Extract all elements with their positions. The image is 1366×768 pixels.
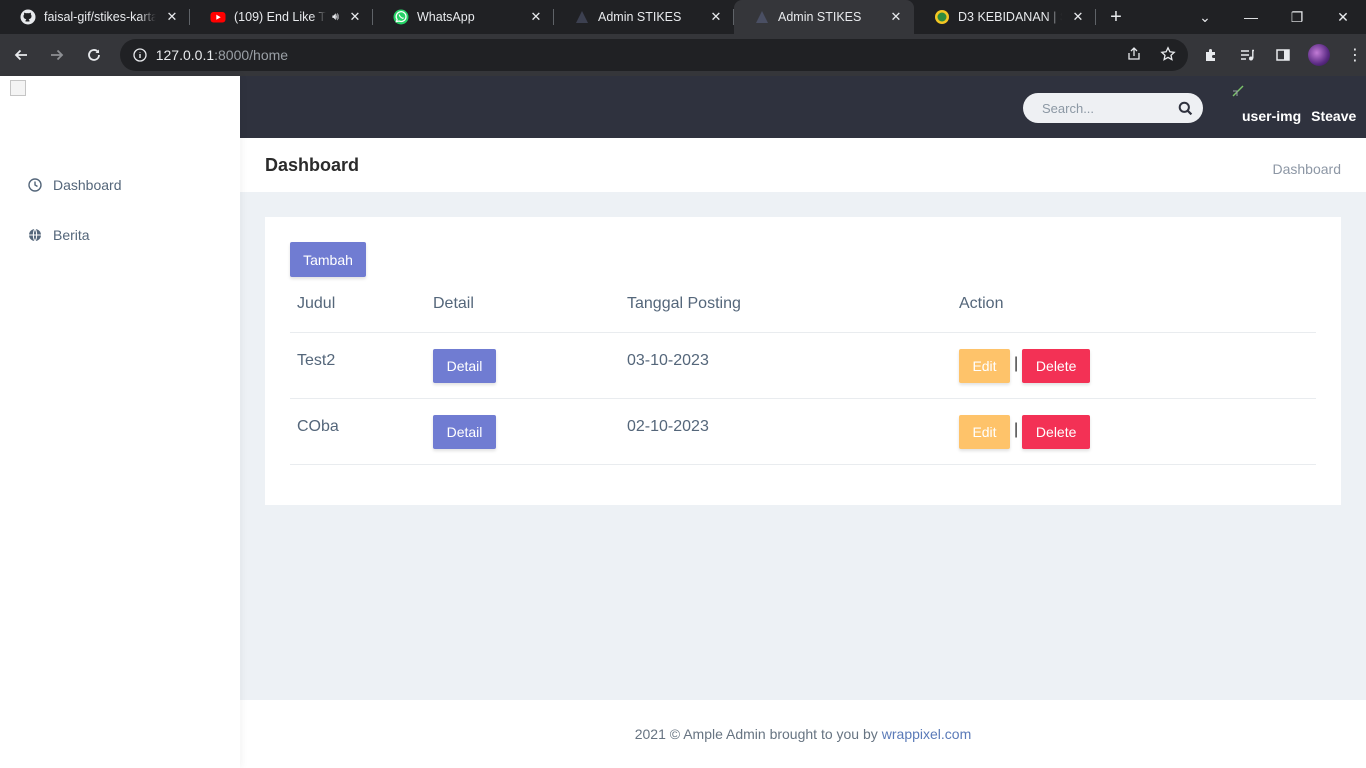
- sidebar-item-label: Berita: [53, 227, 90, 243]
- broken-image-icon: [1232, 84, 1244, 97]
- cell-detail: Detail: [426, 331, 620, 398]
- cell-tanggal: 03-10-2023: [620, 331, 952, 398]
- detail-button[interactable]: Detail: [433, 348, 496, 383]
- restore-icon[interactable]: ❐: [1274, 0, 1320, 34]
- sidebar-item-label: Dashboard: [53, 177, 122, 193]
- tab-title: Admin STIKES: [598, 10, 682, 24]
- footer-text: 2021 © Ample Admin brought to you by: [634, 726, 878, 742]
- breadcrumb[interactable]: Dashboard: [1273, 161, 1342, 177]
- cell-tanggal: 02-10-2023: [620, 397, 952, 465]
- search-box: [1023, 93, 1203, 123]
- url-path: :8000/home: [214, 47, 289, 63]
- github-icon: [20, 9, 36, 25]
- logo-image-broken[interactable]: [10, 80, 26, 96]
- column-header: Tanggal Posting: [627, 295, 741, 312]
- browser-tab[interactable]: (109) End Like Th 🔊︎ ✕: [190, 0, 373, 34]
- cell-judul: Test2: [290, 331, 426, 398]
- table-row: Test2 Detail 03-10-2023 Edit | Delete: [290, 331, 1316, 398]
- more-menu-icon[interactable]: ⋮: [1344, 44, 1366, 66]
- bookmark-star-icon[interactable]: [1160, 45, 1176, 65]
- close-icon[interactable]: ✕: [164, 9, 180, 25]
- edit-button[interactable]: Edit: [959, 414, 1010, 449]
- tab-title: D3 KEBIDANAN | STIK: [958, 10, 1062, 24]
- share-icon[interactable]: [1126, 46, 1142, 65]
- sidebar-item-dashboard[interactable]: Dashboard: [0, 160, 240, 210]
- username: Steave: [1311, 107, 1357, 124]
- page-title: Dashboard: [265, 155, 360, 175]
- close-icon[interactable]: ✕: [888, 9, 904, 25]
- edit-button[interactable]: Edit: [959, 348, 1010, 383]
- user-menu[interactable]: user-img Steave: [1232, 84, 1356, 132]
- tambah-button[interactable]: Tambah: [290, 242, 366, 277]
- browser-tab[interactable]: WhatsApp ✕: [373, 0, 554, 34]
- browser-toolbar: 127.0.0.1:8000/home ⋮: [0, 34, 1366, 76]
- content-card: Tambah Judul Detail Tanggal Posting Acti…: [265, 217, 1341, 505]
- table-header-row: Judul Detail Tanggal Posting Action: [290, 283, 1316, 332]
- media-control-icon[interactable]: [1236, 44, 1258, 66]
- berita-table: Judul Detail Tanggal Posting Action Test…: [290, 283, 1316, 465]
- admin-page: Dashboard Berita user-img Steave D: [0, 76, 1366, 768]
- action-separator: |: [1014, 354, 1019, 372]
- youtube-icon: [210, 9, 226, 25]
- avatar: user-img: [1242, 107, 1302, 124]
- whatsapp-icon: [393, 9, 409, 25]
- cell-judul: COba: [290, 397, 426, 465]
- close-icon[interactable]: ✕: [1070, 9, 1086, 25]
- tab-title: Admin STIKES: [778, 10, 862, 24]
- sidebar-nav: Dashboard Berita: [0, 160, 240, 260]
- sidebar: Dashboard Berita: [0, 76, 240, 768]
- back-icon[interactable]: [5, 39, 37, 71]
- tab-title: (109) End Like Th: [234, 10, 327, 24]
- table-row: COba Detail 02-10-2023 Edit | Delete: [290, 397, 1316, 465]
- clock-icon: [28, 178, 42, 192]
- browser-tab[interactable]: Admin STIKES ✕: [554, 0, 734, 34]
- browser-tabstrip: faisal-gif/stikes-kartas ✕ (109) End Lik…: [0, 0, 1366, 34]
- tab-title: WhatsApp: [417, 10, 475, 24]
- browser-tab[interactable]: faisal-gif/stikes-kartas ✕: [0, 0, 190, 34]
- cell-action: Edit | Delete: [952, 397, 1316, 465]
- speaker-icon[interactable]: 🔊︎: [332, 11, 339, 24]
- admin-logo-icon: [754, 9, 770, 25]
- column-header: Judul: [297, 295, 336, 312]
- column-header: Action: [959, 295, 1004, 312]
- cell-detail: Detail: [426, 397, 620, 465]
- browser-tab[interactable]: D3 KEBIDANAN | STIK ✕: [914, 0, 1096, 34]
- tab-search-icon[interactable]: ⌄: [1182, 0, 1228, 34]
- new-tab-button[interactable]: +: [1096, 0, 1136, 34]
- sidebar-item-berita[interactable]: Berita: [0, 210, 240, 260]
- window-controls: ⌄ — ❐ ✕: [1182, 0, 1366, 34]
- admin-logo-icon: [574, 9, 590, 25]
- globe-icon: [28, 228, 42, 242]
- search-icon[interactable]: [1178, 101, 1193, 116]
- search-input[interactable]: [1042, 100, 1172, 116]
- cell-action: Edit | Delete: [952, 331, 1316, 398]
- page-header: Dashboard Dashboard: [240, 138, 1366, 192]
- close-window-icon[interactable]: ✕: [1320, 0, 1366, 34]
- column-header: Detail: [433, 295, 474, 312]
- address-bar[interactable]: 127.0.0.1:8000/home: [119, 39, 1188, 71]
- extensions-icon[interactable]: [1200, 44, 1222, 66]
- minimize-icon[interactable]: —: [1228, 0, 1274, 34]
- side-panel-icon[interactable]: [1272, 44, 1294, 66]
- topbar: user-img Steave: [240, 76, 1366, 138]
- reload-icon[interactable]: [78, 39, 110, 71]
- close-icon[interactable]: ✕: [528, 9, 544, 25]
- tab-title: faisal-gif/stikes-kartas: [44, 10, 156, 24]
- delete-button[interactable]: Delete: [1022, 414, 1091, 449]
- forward-icon[interactable]: [42, 39, 74, 71]
- browser-tab-active[interactable]: Admin STIKES ✕: [734, 0, 914, 34]
- close-icon[interactable]: ✕: [708, 9, 724, 25]
- delete-button[interactable]: Delete: [1022, 348, 1091, 383]
- detail-button[interactable]: Detail: [433, 414, 496, 449]
- footer-link[interactable]: wrappixel.com: [882, 726, 971, 742]
- url-host: 127.0.0.1: [155, 47, 215, 63]
- profile-avatar[interactable]: [1307, 44, 1330, 66]
- site-info-icon[interactable]: [132, 47, 148, 63]
- action-separator: |: [1014, 420, 1019, 438]
- close-icon[interactable]: ✕: [347, 9, 363, 25]
- tab-separator: [1095, 9, 1096, 25]
- stikes-logo-icon: [934, 9, 950, 25]
- footer: 2021 © Ample Admin brought to you by wra…: [240, 700, 1366, 768]
